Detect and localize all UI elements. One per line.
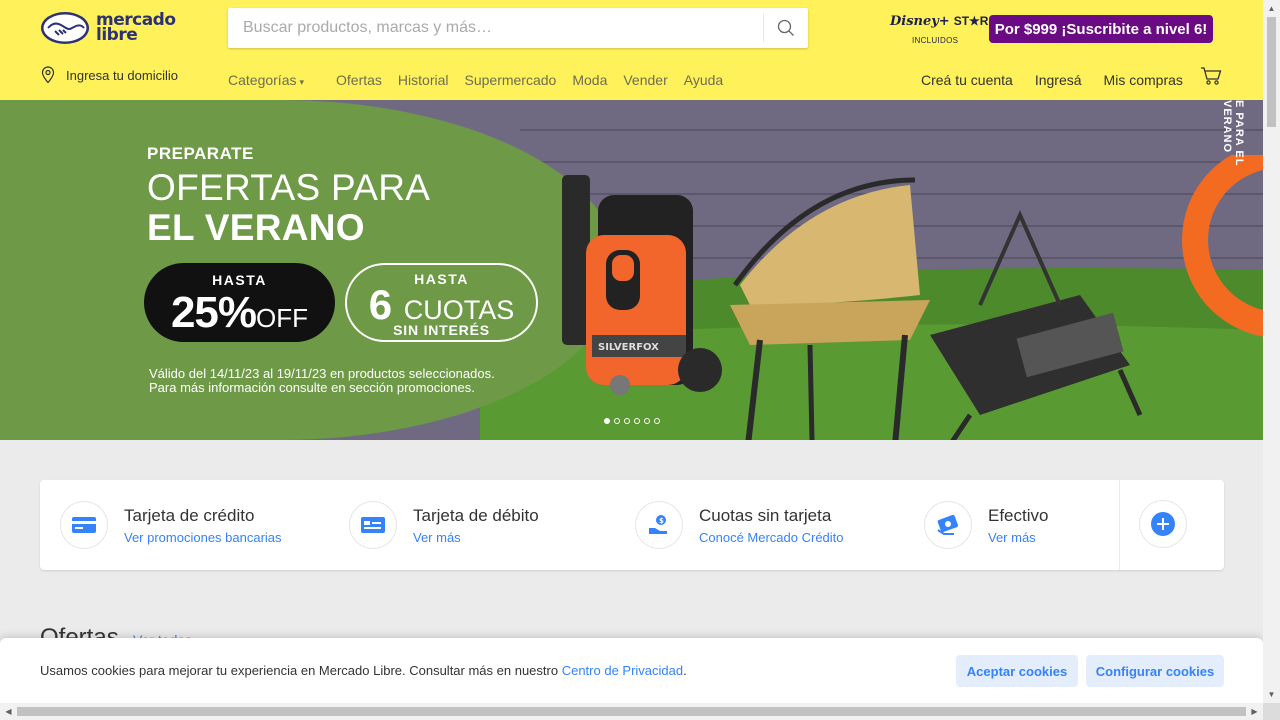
cookie-message: Usamos cookies para mejorar tu experienc…	[40, 663, 562, 678]
discount-suffix: OFF	[256, 303, 309, 333]
vertical-scroll-thumb[interactable]	[1267, 17, 1276, 127]
location-label: Ingresa tu domicilio	[66, 67, 178, 83]
discount-value: 25%OFF	[144, 288, 335, 338]
nav-historial[interactable]: Historial	[398, 72, 449, 88]
included-label: INCLUIDOS	[912, 36, 959, 45]
nav-vender[interactable]: Vender	[623, 72, 667, 88]
plus-icon	[1151, 512, 1175, 536]
search-bar	[228, 8, 808, 48]
nav-ofertas[interactable]: Ofertas	[336, 72, 382, 88]
payment-divider	[1119, 480, 1120, 570]
create-account-link[interactable]: Creá tu cuenta	[921, 72, 1013, 88]
scroll-right-icon[interactable]: ▶	[1246, 703, 1263, 720]
my-purchases-link[interactable]: Mis compras	[1104, 72, 1183, 88]
hero-products-illustration: SILVERFOX	[562, 155, 1263, 440]
configure-cookies-button[interactable]: Configurar cookies	[1086, 655, 1224, 687]
carousel-dot[interactable]	[654, 418, 660, 424]
installments-bottom: SIN INTERÉS	[393, 322, 490, 338]
payment-credit-card[interactable]: Tarjeta de crédito Ver promociones banca…	[60, 500, 282, 550]
payment-title: Cuotas sin tarjeta	[699, 505, 832, 525]
privacy-center-link[interactable]: Centro de Privacidad	[562, 663, 683, 678]
handshake-logo-icon	[41, 12, 89, 44]
carousel-dot[interactable]	[644, 418, 650, 424]
installments-pill: HASTA 6 CUOTAS SIN INTERÉS	[345, 263, 538, 342]
payment-methods-card: Tarjeta de crédito Ver promociones banca…	[40, 480, 1224, 570]
payment-link[interactable]: Conocé Mercado Crédito	[699, 530, 844, 545]
cookie-banner: Usamos cookies para mejorar tu experienc…	[0, 638, 1263, 704]
carousel-dot[interactable]	[604, 418, 610, 424]
subscription-promo-button[interactable]: Por $999 ¡Suscribite a nivel 6!	[989, 15, 1213, 43]
summer-badge-text: E PARA EL VERANO	[1221, 100, 1245, 167]
nav-supermercado[interactable]: Supermercado	[465, 72, 557, 88]
cash-icon	[924, 501, 972, 549]
more-payment-methods-button[interactable]	[1139, 500, 1187, 548]
carousel-dot[interactable]	[624, 418, 630, 424]
horizontal-scroll-thumb[interactable]	[17, 707, 1246, 716]
nav-ayuda[interactable]: Ayuda	[684, 72, 723, 88]
disney-star-included[interactable]: Disney+ ST★R+ INCLUIDOS	[890, 12, 995, 48]
hero-title-line2: EL VERANO	[147, 207, 365, 248]
cookie-text: Usamos cookies para mejorar tu experienc…	[40, 663, 687, 678]
nav-categorias[interactable]: Categorías ▾	[228, 72, 320, 88]
nav-moda[interactable]: Moda	[572, 72, 607, 88]
scroll-up-icon[interactable]: ▲	[1263, 0, 1280, 17]
payment-title: Tarjeta de crédito	[124, 505, 255, 525]
payment-link[interactable]: Ver más	[413, 530, 539, 545]
discount-percent: 25%	[170, 288, 257, 337]
hero-banner[interactable]: SILVERFOX E PARA EL VERANO PREPARATE OFE…	[0, 100, 1263, 440]
chevron-down-icon: ▾	[299, 77, 305, 87]
payment-link[interactable]: Ver promociones bancarias	[124, 530, 282, 545]
carousel-dots	[604, 418, 664, 424]
debit-card-icon	[349, 501, 397, 549]
accept-cookies-button[interactable]: Aceptar cookies	[956, 655, 1078, 687]
search-input[interactable]	[228, 8, 763, 48]
credit-card-icon	[60, 501, 108, 549]
login-link[interactable]: Ingresá	[1035, 72, 1082, 88]
nav-categorias-label: Categorías	[228, 72, 297, 88]
location-selector[interactable]: Ingresa tu domicilio	[40, 66, 178, 84]
header: mercado libre Disney+ST★R+ INCLUIDOS Por…	[0, 0, 1263, 100]
search-icon	[777, 19, 794, 36]
location-pin-icon	[41, 66, 55, 84]
hero-legal-line2: Para más información consulte en sección…	[149, 380, 475, 395]
logo-wordmark: mercado libre	[96, 10, 176, 45]
search-button[interactable]	[763, 14, 808, 42]
hero-legal-line1: Válido del 14/11/23 al 19/11/23 en produ…	[149, 366, 495, 381]
discount-pill: HASTA 25%OFF	[144, 263, 335, 342]
horizontal-scrollbar[interactable]: ◀ ▶	[0, 703, 1263, 720]
mercadolibre-logo[interactable]: mercado libre	[40, 9, 180, 47]
hero-title-line1: OFERTAS PARA	[147, 167, 431, 208]
scroll-down-icon[interactable]: ▼	[1263, 686, 1280, 703]
installments-icon: $	[635, 501, 683, 549]
scroll-left-icon[interactable]: ◀	[0, 703, 17, 720]
carousel-dot[interactable]	[634, 418, 640, 424]
payment-link[interactable]: Ver más	[988, 530, 1048, 545]
main-nav: Categorías ▾ Ofertas Historial Supermerca…	[228, 72, 739, 88]
hero-legal-text: Válido del 14/11/23 al 19/11/23 en produ…	[149, 367, 495, 395]
scrollbar-corner	[1263, 703, 1280, 720]
disney-plus-logo: Disney+	[890, 14, 950, 29]
carousel-dot[interactable]	[614, 418, 620, 424]
installments-suffix: CUOTAS	[403, 295, 515, 325]
installments-number: 6	[368, 281, 393, 328]
payment-title: Tarjeta de débito	[413, 505, 539, 525]
payment-debit-card[interactable]: Tarjeta de débito Ver más	[349, 500, 539, 550]
hero-kicker: PREPARATE	[147, 144, 254, 163]
payment-installments[interactable]: $ Cuotas sin tarjeta Conocé Mercado Créd…	[635, 500, 844, 550]
silverfox-brand-text: SILVERFOX	[598, 342, 659, 353]
discount-top: HASTA	[212, 272, 267, 288]
svg-text:$: $	[659, 517, 664, 525]
cart-icon[interactable]	[1200, 66, 1222, 86]
payment-cash[interactable]: Efectivo Ver más	[924, 500, 1048, 550]
user-nav: Creá tu cuenta Ingresá Mis compras	[921, 72, 1205, 88]
payment-title: Efectivo	[988, 505, 1049, 525]
vertical-scrollbar[interactable]: ▲ ▼	[1263, 0, 1280, 720]
